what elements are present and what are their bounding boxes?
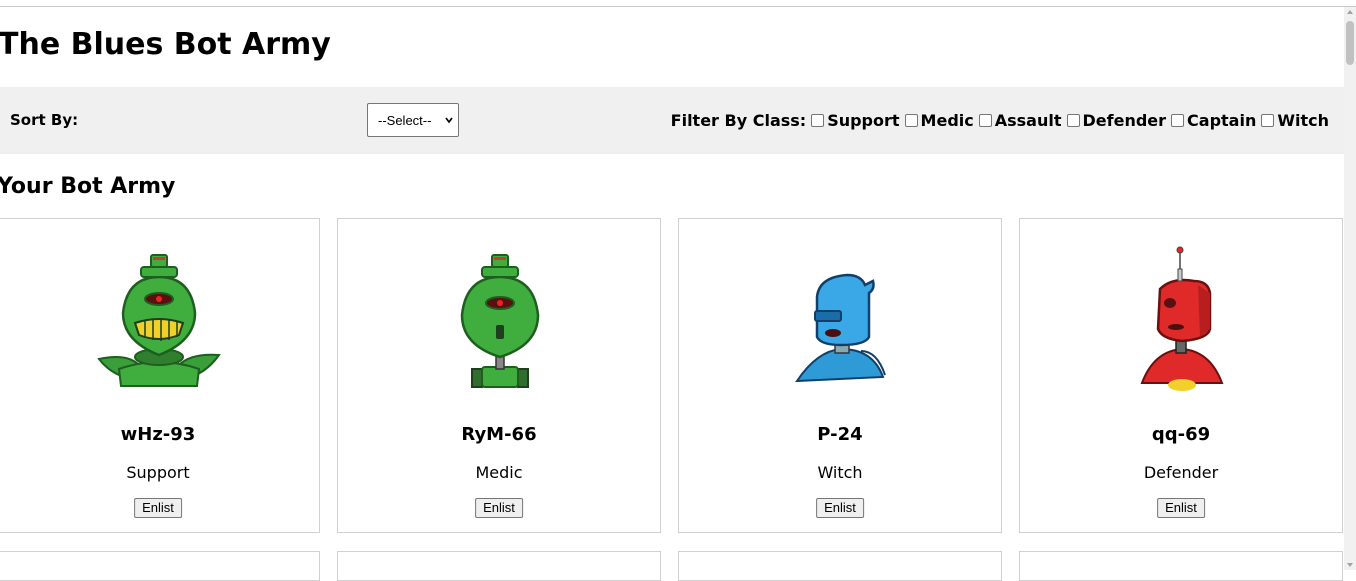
- filter-checkbox-support[interactable]: [811, 114, 825, 127]
- bot-card[interactable]: RyM-66 Medic Enlist: [337, 218, 661, 533]
- filter-option-support[interactable]: Support: [811, 111, 900, 130]
- sort-select[interactable]: --Select--: [367, 103, 459, 137]
- bot-name: P-24: [817, 424, 863, 445]
- filter-option-defender[interactable]: Defender: [1066, 111, 1167, 130]
- filter-option-label: Support: [827, 111, 900, 130]
- class-filter: Filter By Class: Support Medic Assault D…: [671, 111, 1329, 130]
- enlist-button[interactable]: Enlist: [134, 498, 182, 518]
- bot-card-partial: [1019, 551, 1343, 581]
- green-robot-grin-icon: [97, 254, 221, 387]
- red-robot-icon: [1140, 246, 1224, 391]
- filter-checkbox-defender[interactable]: [1066, 114, 1080, 127]
- filter-checkbox-medic[interactable]: [904, 114, 918, 127]
- blue-robot-icon: [795, 273, 886, 383]
- sort-filter-bar: Sort By: --Select-- Filter By Class: Sup…: [0, 87, 1344, 154]
- page-title: The Blues Bot Army: [0, 27, 331, 62]
- filter-option-label: Assault: [994, 111, 1062, 130]
- bot-class: Witch: [817, 463, 863, 482]
- filter-option-medic[interactable]: Medic: [904, 111, 974, 130]
- enlist-button[interactable]: Enlist: [475, 498, 523, 518]
- green-robot-icon: [460, 254, 540, 388]
- filter-option-label: Medic: [920, 111, 974, 130]
- bot-name: qq-69: [1151, 424, 1211, 445]
- filter-checkbox-assault[interactable]: [978, 114, 992, 127]
- filter-label: Filter By Class:: [670, 111, 807, 130]
- scroll-up-arrow-icon[interactable]: [1347, 10, 1353, 14]
- section-heading: Your Bot Army: [0, 174, 176, 199]
- enlist-button[interactable]: Enlist: [1157, 498, 1205, 518]
- bot-class: Defender: [1143, 463, 1219, 482]
- top-border: [0, 6, 1356, 7]
- filter-checkbox-captain[interactable]: [1171, 114, 1185, 127]
- filter-checkbox-witch[interactable]: [1261, 114, 1275, 127]
- vertical-scrollbar[interactable]: [1344, 7, 1356, 570]
- sort-select-value: --Select--: [378, 112, 432, 128]
- bot-card[interactable]: qq-69 Defender Enlist: [1019, 218, 1343, 533]
- bot-class: Medic: [475, 463, 523, 482]
- sort-label: Sort By:: [10, 111, 79, 129]
- filter-option-label: Captain: [1187, 111, 1257, 130]
- filter-option-witch[interactable]: Witch: [1261, 111, 1329, 130]
- filter-option-label: Defender: [1082, 111, 1167, 130]
- filter-option-captain[interactable]: Captain: [1171, 111, 1256, 130]
- scrollbar-thumb[interactable]: [1346, 21, 1354, 65]
- scroll-down-arrow-icon[interactable]: [1347, 563, 1353, 567]
- bot-class: Support: [126, 463, 190, 482]
- filter-option-label: Witch: [1277, 111, 1329, 130]
- bot-name: RyM-66: [461, 424, 537, 445]
- bot-card[interactable]: wHz-93 Support Enlist: [0, 218, 320, 533]
- bot-card-partial: [678, 551, 1002, 581]
- bot-name: wHz-93: [120, 424, 196, 445]
- chevron-down-icon: [445, 117, 453, 124]
- enlist-button[interactable]: Enlist: [816, 498, 864, 518]
- bot-card[interactable]: P-24 Witch Enlist: [678, 218, 1002, 533]
- bot-card-partial: [337, 551, 661, 581]
- filter-option-assault[interactable]: Assault: [978, 111, 1062, 130]
- bot-card-partial: [0, 551, 320, 581]
